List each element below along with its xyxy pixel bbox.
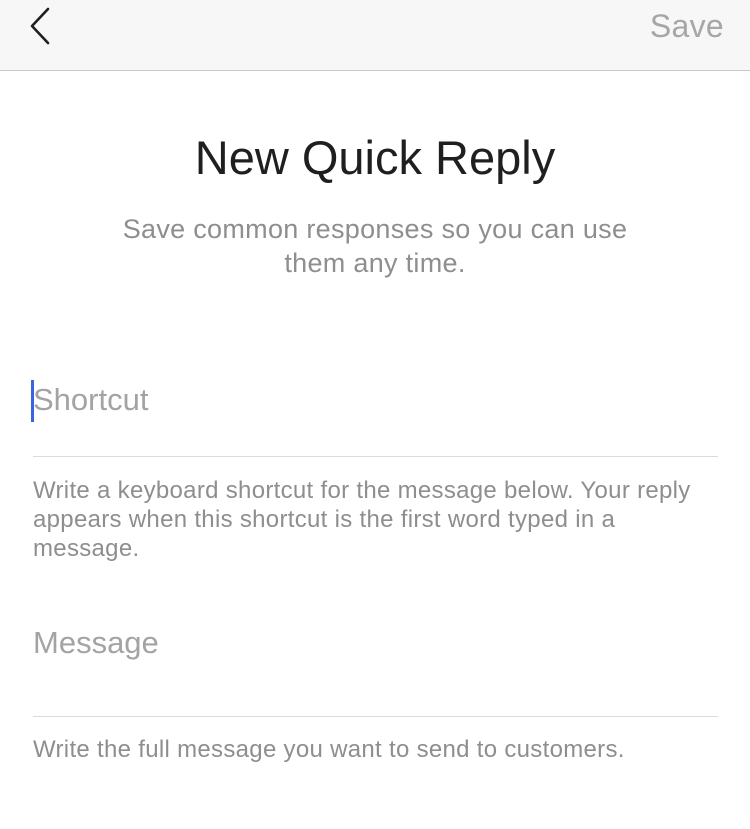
- message-help-text: Write the full message you want to send …: [33, 736, 625, 763]
- shortcut-help-text: Write a keyboard shortcut for the messag…: [33, 477, 691, 562]
- back-button[interactable]: [18, 2, 62, 50]
- message-divider: [33, 716, 718, 717]
- page-subtitle: Save common responses so you can use the…: [122, 214, 628, 278]
- chevron-left-icon: [30, 7, 50, 45]
- shortcut-field-container: [33, 382, 718, 418]
- navigation-bar: Save: [0, 0, 750, 71]
- message-input[interactable]: [33, 625, 718, 661]
- shortcut-divider: [33, 456, 718, 457]
- page-title: New Quick Reply: [194, 131, 556, 184]
- shortcut-input[interactable]: [33, 382, 718, 418]
- message-field-container: [33, 625, 718, 661]
- save-button[interactable]: Save: [650, 8, 724, 45]
